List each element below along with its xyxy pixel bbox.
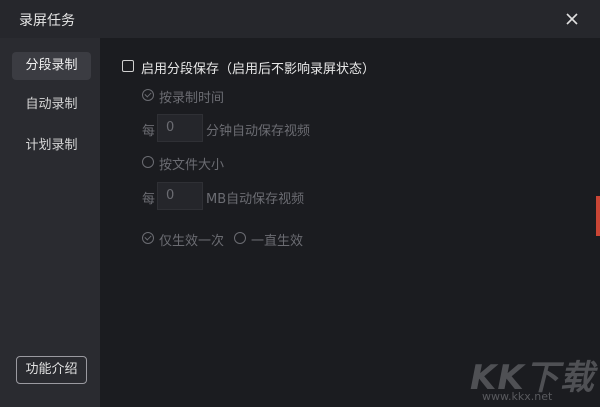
- by-size-label: 按文件大小: [159, 158, 225, 173]
- sidebar: 分段录制 自动录制 计划录制 功能介绍: [0, 38, 100, 407]
- close-icon[interactable]: [561, 8, 583, 30]
- once-label: 仅生效一次: [159, 234, 225, 249]
- enable-segment-label: 启用分段保存（启用后不影响录屏状态）: [141, 62, 376, 77]
- by-time-label: 按录制时间: [159, 91, 225, 106]
- by-size-radio[interactable]: [142, 156, 154, 168]
- sidebar-item-scheduled-record[interactable]: 计划录制: [12, 132, 91, 160]
- window-title: 录屏任务: [19, 13, 75, 29]
- watermark-logo: KK下载 www.kkx.net: [470, 350, 595, 405]
- sidebar-item-segment-record[interactable]: 分段录制: [12, 52, 91, 80]
- by-size-prefix: 每: [142, 192, 156, 207]
- by-time-suffix: 分钟自动保存视频: [206, 124, 311, 139]
- watermark-url: www.kkx.net: [482, 390, 553, 403]
- sidebar-item-auto-record[interactable]: 自动录制: [12, 91, 91, 119]
- by-time-prefix: 每: [142, 124, 156, 139]
- by-size-suffix: MB自动保存视频: [206, 192, 305, 207]
- enable-segment-checkbox[interactable]: [122, 60, 134, 72]
- size-input[interactable]: 0: [157, 182, 203, 210]
- always-label: 一直生效: [251, 234, 304, 249]
- always-radio[interactable]: [234, 232, 246, 244]
- by-time-radio[interactable]: [142, 89, 154, 101]
- feature-intro-button[interactable]: 功能介绍: [16, 356, 87, 384]
- minutes-input[interactable]: 0: [157, 114, 203, 142]
- scrollbar-accent[interactable]: [596, 196, 600, 236]
- title-bar: 录屏任务: [0, 0, 600, 38]
- once-radio[interactable]: [142, 232, 154, 244]
